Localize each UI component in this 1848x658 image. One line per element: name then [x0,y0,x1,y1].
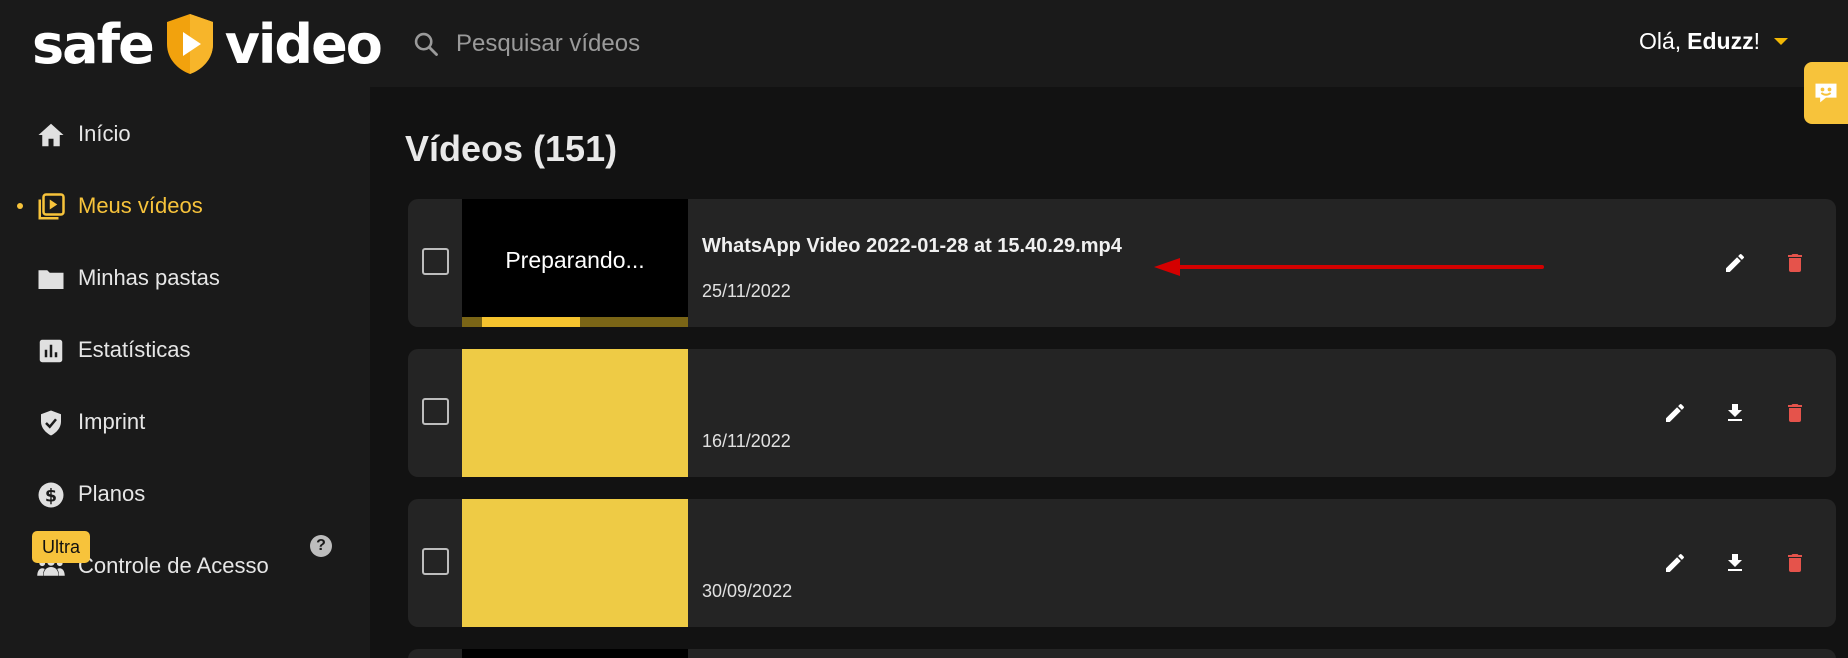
delete-button[interactable] [1780,398,1810,428]
sidebar-item-meus-videos[interactable]: Meus vídeos [0,176,370,236]
video-thumbnail[interactable]: Preparando... [462,199,688,327]
dollar-circle-icon: $ [38,482,64,508]
processing-progress-fill [482,317,580,327]
chat-bot-icon [1815,83,1837,103]
help-icon[interactable]: ? [310,535,332,557]
search-bar[interactable]: Pesquisar vídeos [412,22,640,66]
sidebar-item-label: Meus vídeos [78,193,203,218]
select-checkbox[interactable] [422,398,449,425]
select-checkbox[interactable] [422,248,449,275]
sidebar-item-planos[interactable]: $ Planos [0,464,370,524]
video-thumbnail[interactable] [462,349,688,477]
logo-text-right: video [224,12,383,76]
processing-status: Preparando... [505,247,645,273]
video-card[interactable]: Preparando... WhatsApp Video 2022-01-28 … [408,199,1836,327]
video-date: 25/11/2022 [702,281,791,301]
sidebar-item-imprint[interactable]: Imprint [0,392,370,452]
trash-icon [1788,404,1802,422]
processing-progress-bar [462,317,688,327]
shield-check-icon [41,410,61,436]
sidebar-item-estatisticas[interactable]: Estatísticas [0,320,370,380]
safevideo-logo[interactable]: safe video [32,6,383,82]
video-date: 30/09/2022 [702,581,793,601]
download-icon [1728,554,1742,571]
select-checkbox[interactable] [422,548,449,575]
delete-button[interactable] [1780,248,1810,278]
active-indicator [17,203,23,209]
edit-button[interactable] [1660,548,1690,578]
edit-icon [1666,403,1685,422]
annotation-arrow [1154,258,1544,276]
bar-chart-icon [39,339,63,363]
search-icon [414,32,438,56]
trash-icon [1788,254,1802,272]
sidebar-item-label: Início [78,121,131,146]
support-chat-button[interactable] [1804,62,1848,124]
delete-button[interactable] [1780,548,1810,578]
sidebar-item-minhas-pastas[interactable]: Minhas pastas [0,248,370,308]
user-name: Eduzz [1687,28,1754,54]
plan-badge: Ultra [32,531,91,563]
sidebar-item-label: Imprint [78,409,146,434]
edit-button[interactable] [1720,248,1750,278]
video-card[interactable]: 30/09/2022 [408,499,1836,627]
home-icon [38,123,64,147]
download-icon [1728,404,1742,421]
download-button[interactable] [1720,398,1750,428]
edit-button[interactable] [1660,398,1690,428]
page-title: Vídeos (151) [405,128,618,169]
edit-icon [1666,553,1685,572]
video-thumbnail[interactable] [462,499,688,627]
video-card[interactable] [408,649,1836,658]
folder-icon [38,270,64,289]
sidebar-item-label: Controle de Acesso [78,553,269,578]
logo-shield-icon [166,14,213,74]
download-button[interactable] [1720,548,1750,578]
sidebar-item-inicio[interactable]: Início [0,104,370,164]
video-thumbnail[interactable] [462,649,688,658]
user-greeting: Olá, [1638,28,1682,54]
user-greeting-suffix: ! [1753,28,1760,54]
video-title[interactable]: WhatsApp Video 2022-01-28 at 15.40.29.mp… [702,235,1122,258]
edit-icon [1726,253,1745,272]
chevron-down-icon[interactable] [1774,38,1788,45]
svg-text:$: $ [45,486,57,506]
logo-text-left: safe [32,12,155,76]
video-card[interactable]: 16/11/2022 [408,349,1836,477]
sidebar-item-label: Estatísticas [78,337,191,362]
sidebar-item-label: Minhas pastas [78,265,220,290]
search-input[interactable]: Pesquisar vídeos [456,30,640,58]
top-bar: safe video Pesquisar vídeos Olá, Eduzz ! [0,0,1848,87]
user-menu[interactable]: Olá, Eduzz ! [1639,28,1788,55]
video-date: 16/11/2022 [702,431,791,451]
trash-icon [1788,554,1802,572]
sidebar-item-label: Planos [78,481,146,506]
video-library-icon [38,193,65,220]
